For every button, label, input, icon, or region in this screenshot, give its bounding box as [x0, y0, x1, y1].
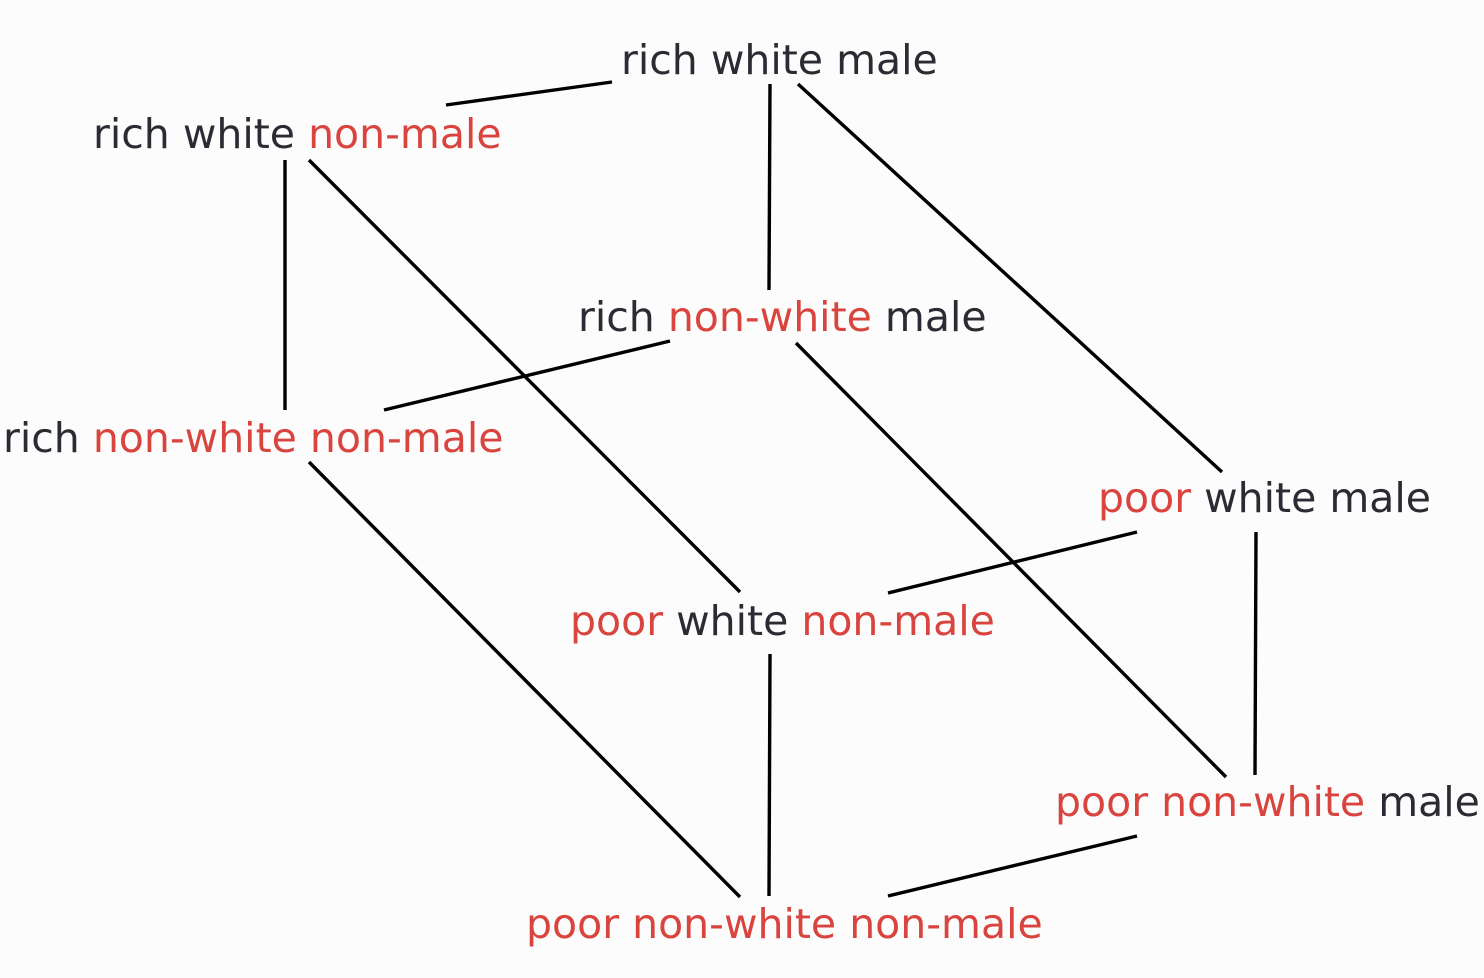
edge-rich-white-male-to-poor-white-male: [796, 82, 1224, 474]
node-word-negated: non-white: [1148, 778, 1365, 826]
edge-rich-non-white-male-to-poor-non-white-male: [794, 341, 1228, 779]
node-rich-white-non-male: rich white non-male: [93, 110, 502, 158]
edge-poor-white-non-male-to-poor-non-white-non-male: [767, 653, 772, 897]
node-word: rich: [3, 414, 80, 462]
node-poor-white-non-male: poor white non-male: [570, 597, 995, 645]
edge-poor-white-male-to-poor-non-white-male: [1253, 531, 1258, 776]
edge-poor-white-male-to-poor-white-non-male: [887, 530, 1138, 595]
node-word-negated: non-white: [619, 900, 836, 948]
node-word: white: [1191, 474, 1316, 522]
edge-rich-non-white-male-to-rich-non-white-non-male: [383, 339, 671, 412]
node-word: male: [872, 293, 987, 341]
node-word-negated: poor: [570, 597, 663, 645]
node-word: male: [1365, 778, 1480, 826]
edge-rich-white-male-to-rich-non-white-male: [767, 83, 772, 291]
node-word-negated: non-male: [788, 597, 995, 645]
node-word: male: [823, 36, 938, 84]
node-poor-non-white-male: poor non-white male: [1055, 778, 1480, 826]
node-word-negated: non-male: [297, 414, 504, 462]
node-word: male: [1316, 474, 1431, 522]
edge-poor-non-white-male-to-poor-non-white-non-male: [887, 834, 1138, 898]
node-word-negated: poor: [1055, 778, 1148, 826]
node-rich-white-male: rich white male: [621, 36, 938, 84]
node-word-negated: non-male: [295, 110, 502, 158]
node-word-negated: non-white: [655, 293, 872, 341]
node-poor-non-white-non-male: poor non-white non-male: [526, 900, 1043, 948]
node-word: white: [170, 110, 295, 158]
node-word-negated: non-male: [836, 900, 1043, 948]
node-word: rich: [93, 110, 170, 158]
edge-rich-white-male-to-rich-white-non-male: [445, 80, 613, 107]
node-word: rich: [621, 36, 698, 84]
lattice-diagram: rich white malerich white non-malerich n…: [3, 36, 1480, 948]
node-labels: rich white malerich white non-malerich n…: [3, 36, 1480, 948]
node-word-negated: non-white: [80, 414, 297, 462]
node-word: white: [698, 36, 823, 84]
node-word: rich: [578, 293, 655, 341]
node-rich-non-white-non-male: rich non-white non-male: [3, 414, 503, 462]
node-poor-white-male: poor white male: [1098, 474, 1431, 522]
node-word: white: [663, 597, 788, 645]
node-word-negated: poor: [526, 900, 619, 948]
node-rich-non-white-male: rich non-white male: [578, 293, 987, 341]
node-word-negated: poor: [1098, 474, 1191, 522]
